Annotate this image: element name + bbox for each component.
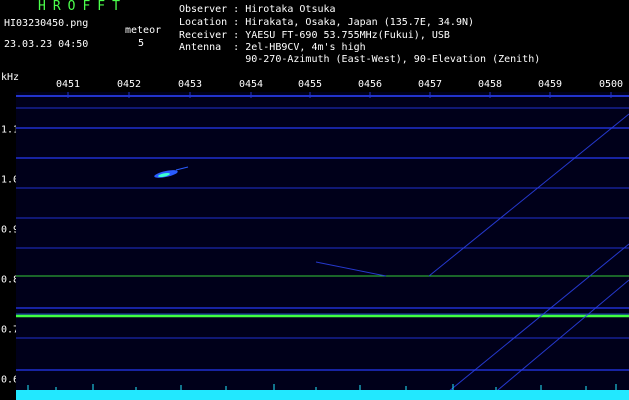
time-label: 0456	[357, 79, 383, 90]
time-label: 0453	[177, 79, 203, 90]
observer-info: Observer : Hirotaka Otsuka	[179, 4, 336, 15]
diagonal-sweeps	[315, 113, 629, 400]
spectrogram-plot	[16, 92, 629, 400]
time-label: 0455	[297, 79, 323, 90]
time-label: 0457	[417, 79, 443, 90]
meteor-label: meteor	[125, 25, 162, 36]
meteor-echo	[154, 166, 189, 178]
noise-spikes	[27, 384, 617, 390]
plot-top-border	[16, 95, 629, 97]
noise-band	[16, 390, 629, 400]
antenna-info: Antenna : 2el-HB9CV, 4m's high	[179, 42, 366, 53]
time-label: 0459	[537, 79, 563, 90]
frequency-grid-lines	[16, 107, 629, 371]
spectrogram-canvas	[16, 92, 629, 400]
receiver-info: Receiver : YAESU FT-690 53.755MHz(Fukui)…	[179, 30, 450, 41]
app-title: HROFFT	[38, 0, 127, 14]
location-info: Location : Hirakata, Osaka, Japan (135.7…	[179, 17, 475, 28]
timestamp: 23.03.23 04:50	[4, 39, 89, 50]
time-label: 0454	[238, 79, 264, 90]
time-label: 0451	[55, 79, 81, 90]
antenna-detail-info: 90-270-Azimuth (East-West), 90-Elevation…	[179, 54, 541, 65]
time-label: 0500	[598, 79, 624, 90]
time-label: 0458	[477, 79, 503, 90]
time-label: 0452	[116, 79, 142, 90]
meteor-count: 5	[138, 38, 145, 49]
y-axis-unit-label: kHz	[1, 72, 20, 83]
image-filename: HI03230450.png	[4, 18, 89, 29]
